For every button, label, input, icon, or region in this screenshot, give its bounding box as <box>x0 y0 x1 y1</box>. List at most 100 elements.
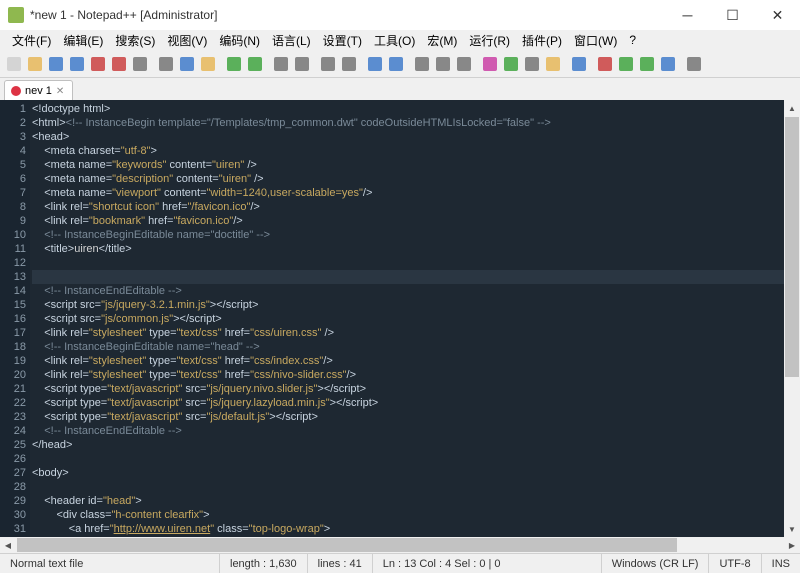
code-content[interactable]: <!doctype html><html><!-- InstanceBegin … <box>30 100 800 553</box>
file-tab[interactable]: nev 1 ✕ <box>4 80 73 100</box>
code-line[interactable]: <link rel="bookmark" href="favicon.ico"/… <box>32 214 800 228</box>
play-multi-icon[interactable] <box>637 54 657 74</box>
func-list-icon[interactable] <box>522 54 542 74</box>
code-line[interactable]: <title>uiren</title> <box>32 242 800 256</box>
wordwrap-icon[interactable] <box>412 54 432 74</box>
zoom-in-icon[interactable] <box>318 54 338 74</box>
menu-item[interactable]: ? <box>623 31 642 49</box>
menu-item[interactable]: 工具(O) <box>368 30 421 51</box>
app-icon <box>8 7 24 23</box>
horizontal-scrollbar[interactable]: ◀ ▶ <box>0 537 800 553</box>
tab-label: nev 1 <box>25 85 52 97</box>
maximize-button[interactable]: ☐ <box>710 0 755 30</box>
zoom-out-icon[interactable] <box>339 54 359 74</box>
sync-v-icon[interactable] <box>365 54 385 74</box>
menu-item[interactable]: 搜索(S) <box>109 30 161 51</box>
code-line[interactable]: <meta charset="utf-8"> <box>32 144 800 158</box>
code-line[interactable] <box>32 480 800 494</box>
save-all-icon[interactable] <box>67 54 87 74</box>
code-line[interactable]: <script type="text/javascript" src="js/j… <box>32 382 800 396</box>
menu-item[interactable]: 视图(V) <box>161 30 213 51</box>
title-bar: *new 1 - Notepad++ [Administrator] ─ ☐ ✕ <box>0 0 800 30</box>
menu-item[interactable]: 宏(M) <box>421 30 463 51</box>
scroll-thumb-h[interactable] <box>17 538 677 552</box>
code-line[interactable] <box>32 256 800 270</box>
redo-icon[interactable] <box>245 54 265 74</box>
menu-item[interactable]: 运行(R) <box>463 30 516 51</box>
code-line[interactable]: <body> <box>32 466 800 480</box>
copy-icon[interactable] <box>177 54 197 74</box>
status-filetype: Normal text file <box>0 554 220 573</box>
scroll-right-icon[interactable]: ▶ <box>784 537 800 553</box>
play-icon[interactable] <box>616 54 636 74</box>
menu-item[interactable]: 设置(T) <box>317 30 368 51</box>
code-line[interactable]: <link rel="stylesheet" type="text/css" h… <box>32 326 800 340</box>
code-line[interactable]: <script type="text/javascript" src="js/j… <box>32 396 800 410</box>
scroll-down-icon[interactable]: ▼ <box>784 521 800 537</box>
save-icon[interactable] <box>46 54 66 74</box>
paste-icon[interactable] <box>198 54 218 74</box>
cut-icon[interactable] <box>156 54 176 74</box>
code-line[interactable] <box>32 452 800 466</box>
code-line[interactable]: <head> <box>32 130 800 144</box>
code-line[interactable]: <meta name="keywords" content="uiren" /> <box>32 158 800 172</box>
menu-item[interactable]: 插件(P) <box>516 30 568 51</box>
vertical-scrollbar[interactable]: ▲ ▼ <box>784 100 800 537</box>
tab-close-icon[interactable]: ✕ <box>56 86 66 96</box>
menu-item[interactable]: 语言(L) <box>266 30 317 51</box>
doc-map-icon[interactable] <box>501 54 521 74</box>
code-line[interactable]: <a href="http://www.uiren.net" class="to… <box>32 522 800 536</box>
code-line[interactable]: <link rel="stylesheet" type="text/css" h… <box>32 368 800 382</box>
toolbar <box>0 50 800 78</box>
save-macro-icon[interactable] <box>658 54 678 74</box>
tab-bar: nev 1 ✕ <box>0 78 800 100</box>
code-line[interactable]: <script src="js/common.js"></script> <box>32 312 800 326</box>
menu-item[interactable]: 文件(F) <box>6 30 57 51</box>
modified-icon <box>11 86 21 96</box>
find-icon[interactable] <box>271 54 291 74</box>
menu-item[interactable]: 编码(N) <box>213 30 266 51</box>
folder-icon[interactable] <box>543 54 563 74</box>
lang-icon[interactable] <box>480 54 500 74</box>
code-line[interactable]: </head> <box>32 438 800 452</box>
record-icon[interactable] <box>595 54 615 74</box>
print-icon[interactable] <box>130 54 150 74</box>
scroll-thumb[interactable] <box>785 117 799 377</box>
code-line[interactable]: <!-- InstanceEndEditable --> <box>32 424 800 438</box>
close-all-icon[interactable] <box>109 54 129 74</box>
sync-h-icon[interactable] <box>386 54 406 74</box>
code-line[interactable]: <meta name="description" content="uiren"… <box>32 172 800 186</box>
scroll-up-icon[interactable]: ▲ <box>784 100 800 116</box>
indent-guide-icon[interactable] <box>454 54 474 74</box>
open-file-icon[interactable] <box>25 54 45 74</box>
close-icon[interactable] <box>88 54 108 74</box>
menu-bar: 文件(F)编辑(E)搜索(S)视图(V)编码(N)语言(L)设置(T)工具(O)… <box>0 30 800 50</box>
code-line[interactable]: <!-- InstanceBeginEditable name="head" -… <box>32 340 800 354</box>
code-line[interactable]: <script src="js/jquery-3.2.1.min.js"></s… <box>32 298 800 312</box>
spellcheck-icon[interactable] <box>684 54 704 74</box>
code-line[interactable]: <script type="text/javascript" src="js/d… <box>32 410 800 424</box>
editor[interactable]: 1234567891011121314151617181920212223242… <box>0 100 800 553</box>
code-line[interactable]: <meta name="viewport" content="width=124… <box>32 186 800 200</box>
code-line[interactable]: <div class="h-content clearfix"> <box>32 508 800 522</box>
code-line[interactable]: <link rel="shortcut icon" href="/favicon… <box>32 200 800 214</box>
undo-icon[interactable] <box>224 54 244 74</box>
close-button[interactable]: ✕ <box>755 0 800 30</box>
menu-item[interactable]: 编辑(E) <box>57 30 109 51</box>
window-title: *new 1 - Notepad++ [Administrator] <box>30 8 217 22</box>
code-line[interactable]: <html><!-- InstanceBegin template="/Temp… <box>32 116 800 130</box>
code-line[interactable]: <header id="head"> <box>32 494 800 508</box>
minimize-button[interactable]: ─ <box>665 0 710 30</box>
menu-item[interactable]: 窗口(W) <box>568 30 623 51</box>
replace-icon[interactable] <box>292 54 312 74</box>
scroll-left-icon[interactable]: ◀ <box>0 537 16 553</box>
code-line[interactable]: <!-- InstanceBeginEditable name="doctitl… <box>32 228 800 242</box>
code-line[interactable]: <!-- InstanceEndEditable --> <box>32 284 800 298</box>
all-chars-icon[interactable] <box>433 54 453 74</box>
status-eol: Windows (CR LF) <box>602 554 710 573</box>
monitor-icon[interactable] <box>569 54 589 74</box>
new-file-icon[interactable] <box>4 54 24 74</box>
code-line[interactable]: <!doctype html> <box>32 102 800 116</box>
code-line[interactable]: <link rel="stylesheet" type="text/css" h… <box>32 354 800 368</box>
code-line[interactable] <box>32 270 800 284</box>
